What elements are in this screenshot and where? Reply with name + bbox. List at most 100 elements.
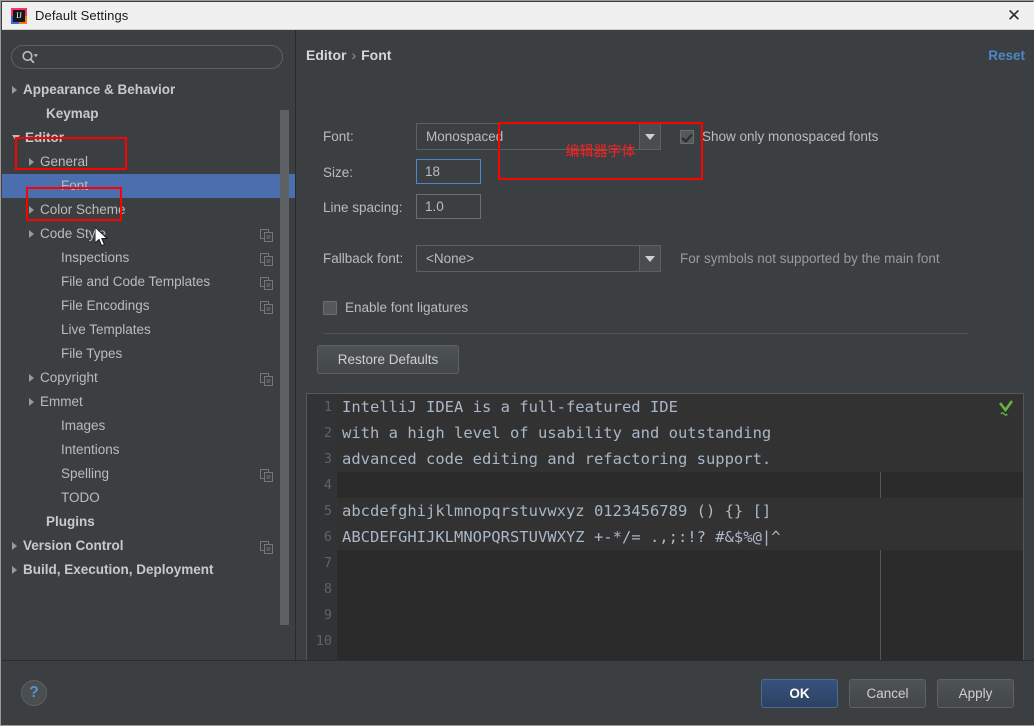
- line-number: 2: [307, 425, 337, 441]
- sidebar-item-label: TODO: [61, 486, 100, 510]
- line-number: 10: [307, 633, 337, 649]
- sidebar-item-build-execution-deployment[interactable]: Build, Execution, Deployment: [2, 558, 296, 582]
- help-button[interactable]: ?: [21, 680, 47, 706]
- sidebar-item-label: Keymap: [46, 102, 99, 126]
- sidebar-item-copyright[interactable]: Copyright: [2, 366, 296, 390]
- breadcrumb-separator-icon: ›: [346, 47, 361, 63]
- fallback-font-hint: For symbols not supported by the main fo…: [680, 251, 940, 266]
- title-bar: IJ Default Settings ✕: [2, 2, 1034, 30]
- sidebar-item-inspections[interactable]: Inspections: [2, 246, 296, 270]
- sidebar-item-label: Font: [61, 174, 88, 198]
- sidebar-item-emmet[interactable]: Emmet: [2, 390, 296, 414]
- chevron-right-icon[interactable]: [12, 542, 17, 550]
- sidebar-item-color-scheme[interactable]: Color Scheme: [2, 198, 296, 222]
- reset-link[interactable]: Reset: [988, 48, 1025, 63]
- intellij-idea-icon: IJ: [11, 8, 27, 24]
- sidebar-item-label: Images: [61, 414, 105, 438]
- sidebar-item-label: File and Code Templates: [61, 270, 210, 294]
- chevron-right-icon[interactable]: [29, 374, 34, 382]
- size-label: Size:: [323, 165, 353, 180]
- line-number: 1: [307, 399, 337, 415]
- sidebar-item-label: Appearance & Behavior: [23, 78, 175, 102]
- preview-line: 6ABCDEFGHIJKLMNOPQRSTUVWXYZ +-*/= .,;:!?…: [307, 524, 1023, 550]
- sidebar-item-spelling[interactable]: Spelling: [2, 462, 296, 486]
- line-spacing-input[interactable]: 1.0: [416, 194, 481, 219]
- close-icon[interactable]: ✕: [1004, 6, 1024, 26]
- size-input[interactable]: 18: [416, 159, 481, 184]
- window-title: Default Settings: [35, 8, 128, 23]
- preview-line: 2with a high level of usability and outs…: [307, 420, 1023, 446]
- sidebar-item-appearance-behavior[interactable]: Appearance & Behavior: [2, 78, 296, 102]
- preview-line: 4: [307, 472, 1023, 498]
- inspection-ok-icon[interactable]: [998, 400, 1014, 418]
- sidebar-item-label: Code Style: [40, 222, 106, 246]
- settings-sidebar: Appearance & BehaviorKeymapEditorGeneral…: [2, 30, 296, 660]
- line-number: 4: [307, 477, 337, 493]
- line-text: [337, 576, 1023, 602]
- sidebar-item-editor[interactable]: Editor: [2, 126, 296, 150]
- font-label: Font:: [323, 129, 354, 144]
- chevron-down-icon[interactable]: [639, 246, 660, 271]
- search-icon: [21, 50, 38, 64]
- sidebar-item-version-control[interactable]: Version Control: [2, 534, 296, 558]
- line-text: [337, 550, 1023, 576]
- chevron-down-icon[interactable]: [12, 135, 20, 141]
- sidebar-item-todo[interactable]: TODO: [2, 486, 296, 510]
- fallback-font-label: Fallback font:: [323, 251, 403, 266]
- sidebar-item-live-templates[interactable]: Live Templates: [2, 318, 296, 342]
- breadcrumb: Editor›Font: [306, 47, 391, 63]
- line-text: ABCDEFGHIJKLMNOPQRSTUVWXYZ +-*/= .,;:!? …: [337, 524, 1023, 550]
- preview-line: 3advanced code editing and refactoring s…: [307, 446, 1023, 472]
- chevron-right-icon[interactable]: [29, 206, 34, 214]
- sidebar-item-label: File Encodings: [61, 294, 150, 318]
- sidebar-item-file-types[interactable]: File Types: [2, 342, 296, 366]
- restore-defaults-button[interactable]: Restore Defaults: [317, 345, 459, 374]
- sidebar-item-general[interactable]: General: [2, 150, 296, 174]
- sidebar-item-label: Inspections: [61, 246, 129, 270]
- search-input[interactable]: [38, 50, 282, 65]
- line-spacing-label: Line spacing:: [323, 200, 403, 215]
- line-number: 3: [307, 451, 337, 467]
- search-field[interactable]: [11, 45, 283, 69]
- chevron-right-icon[interactable]: [29, 230, 34, 238]
- section-divider: [323, 333, 969, 334]
- breadcrumb-root[interactable]: Editor: [306, 47, 346, 63]
- line-text: [337, 472, 1023, 498]
- sidebar-item-label: General: [40, 150, 88, 174]
- ok-button[interactable]: OK: [761, 679, 838, 708]
- line-number: 6: [307, 529, 337, 545]
- chevron-right-icon[interactable]: [12, 566, 17, 574]
- sidebar-scrollbar[interactable]: [280, 110, 289, 625]
- sidebar-item-label: Color Scheme: [40, 198, 126, 222]
- sidebar-item-label: Intentions: [61, 438, 120, 462]
- chevron-right-icon[interactable]: [12, 86, 17, 94]
- sidebar-item-label: Copyright: [40, 366, 98, 390]
- sidebar-item-file-encodings[interactable]: File Encodings: [2, 294, 296, 318]
- chevron-right-icon[interactable]: [29, 158, 34, 166]
- line-text: abcdefghijklmnopqrstuvwxyz 0123456789 ()…: [337, 498, 1023, 524]
- enable-ligatures-checkbox[interactable]: Enable font ligatures: [323, 300, 468, 315]
- chevron-right-icon[interactable]: [29, 398, 34, 406]
- fallback-font-dropdown[interactable]: <None>: [416, 245, 661, 272]
- apply-button[interactable]: Apply: [937, 679, 1014, 708]
- preview-line: 7: [307, 550, 1023, 576]
- preview-line: 10: [307, 628, 1023, 654]
- sidebar-item-keymap[interactable]: Keymap: [2, 102, 296, 126]
- line-number: 7: [307, 555, 337, 571]
- sidebar-item-label: File Types: [61, 342, 122, 366]
- cancel-button[interactable]: Cancel: [849, 679, 926, 708]
- show-monospaced-checkbox[interactable]: Show only monospaced fonts: [680, 129, 878, 144]
- sidebar-item-font[interactable]: Font: [2, 174, 296, 198]
- line-text: [337, 602, 1023, 628]
- sidebar-item-plugins[interactable]: Plugins: [2, 510, 296, 534]
- line-number: 8: [307, 581, 337, 597]
- editor-font-callout-text: 编辑器字体: [498, 122, 703, 180]
- line-number: 5: [307, 503, 337, 519]
- font-preview-editor[interactable]: 1IntelliJ IDEA is a full-featured IDE2wi…: [306, 393, 1024, 660]
- settings-tree[interactable]: Appearance & BehaviorKeymapEditorGeneral…: [2, 78, 296, 660]
- sidebar-item-code-style[interactable]: Code Style: [2, 222, 296, 246]
- sidebar-item-images[interactable]: Images: [2, 414, 296, 438]
- sidebar-item-intentions[interactable]: Intentions: [2, 438, 296, 462]
- sidebar-item-file-and-code-templates[interactable]: File and Code Templates: [2, 270, 296, 294]
- line-text: IntelliJ IDEA is a full-featured IDE: [337, 394, 1023, 420]
